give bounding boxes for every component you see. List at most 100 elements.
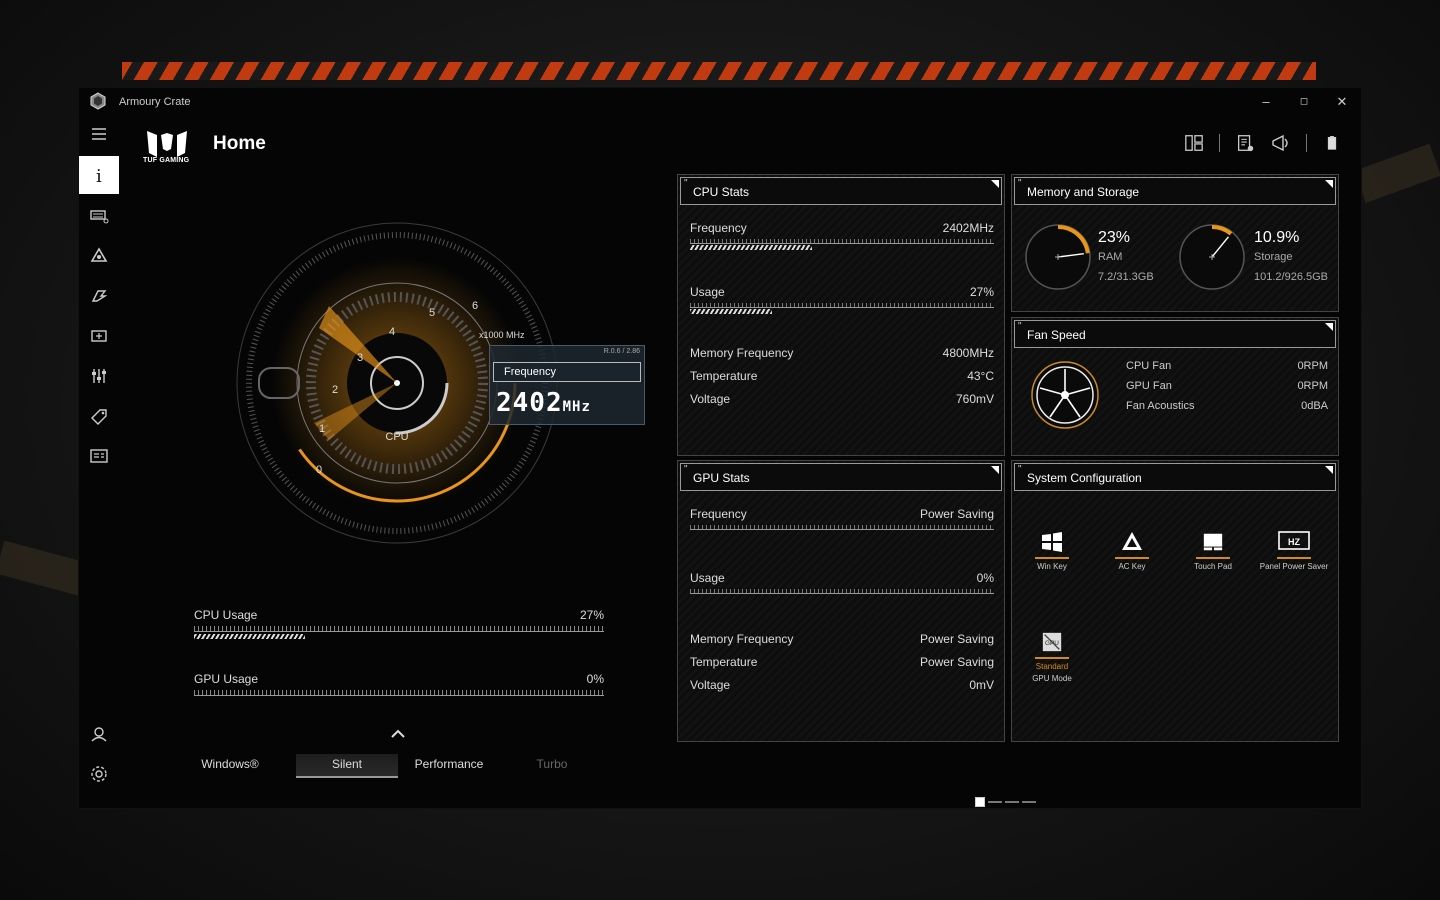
cpu-fan-label: CPU Fan — [1126, 360, 1172, 372]
svg-text:HZ: HZ — [1288, 537, 1300, 547]
mode-windows[interactable]: Windows® — [179, 754, 281, 778]
ac-key-toggle[interactable]: AC Key — [1092, 527, 1172, 571]
gpu-usage-scale — [194, 690, 604, 696]
cpu-usage-bar — [194, 634, 305, 639]
storage-label: Storage — [1254, 251, 1293, 263]
gpu-icon: GPU — [1035, 627, 1069, 659]
mode-turbo[interactable]: Turbo — [501, 754, 603, 778]
receipt-icon[interactable] — [1234, 132, 1256, 154]
ram-detail: 7.2/31.3GB — [1098, 271, 1154, 283]
svg-text:i: i — [96, 166, 102, 185]
quote-mark: " — [684, 464, 688, 475]
cpu-memfreq-row: Memory Frequency 4800MHz — [690, 346, 994, 360]
announcement-icon[interactable] — [1270, 132, 1292, 154]
gauge-tick-label: 5 — [429, 307, 435, 319]
corner-mark — [1325, 466, 1333, 474]
cpu-stat-usage-value: 27% — [969, 285, 994, 299]
quote-mark: " — [684, 178, 688, 189]
frequency-readout-header: Frequency — [493, 362, 641, 382]
gpu-frequency-value: Power Saving — [919, 507, 994, 521]
gpu-memfreq-value: Power Saving — [919, 632, 994, 646]
ac-key-icon — [1115, 527, 1149, 559]
frequency-readout: R.0.6 / 2.86 Frequency 2402MHz — [489, 345, 645, 425]
ac-key-label: AC Key — [1118, 562, 1146, 571]
page-title: Home — [213, 133, 266, 154]
panel-power-saver-toggle[interactable]: HZ Panel Power Saver — [1254, 527, 1334, 571]
gpu-frequency-row: Frequency Power Saving — [690, 507, 994, 530]
gpu-stats-title: GPU Stats — [693, 471, 750, 485]
gauge-cpu-label: CPU — [385, 431, 408, 443]
tag-icon[interactable] — [79, 398, 119, 434]
toolbar — [1183, 132, 1343, 154]
settings-icon[interactable] — [79, 756, 119, 792]
title-bar: Armoury Crate – ◻ ✕ — [79, 88, 1361, 116]
keyboard-icon[interactable] — [79, 198, 119, 234]
news-icon[interactable] — [79, 438, 119, 474]
close-button[interactable]: ✕ — [1327, 92, 1357, 112]
layout-icon[interactable] — [1183, 132, 1205, 154]
minimize-button[interactable]: – — [1251, 92, 1281, 112]
scenario-icon[interactable] — [79, 318, 119, 354]
gamevisual-icon[interactable] — [79, 278, 119, 314]
storage-percent: 10.9% — [1254, 229, 1300, 246]
gauge-tick-label: 6 — [472, 300, 478, 312]
fan-acoustics-label: Fan Acoustics — [1126, 400, 1195, 412]
frequency-value: 2402 — [496, 388, 563, 418]
sliders-icon[interactable] — [79, 358, 119, 394]
gpu-usage-meter: GPU Usage 0% — [194, 672, 604, 696]
frequency-readout-value: 2402MHz — [496, 388, 591, 418]
gpu-mode-toggle[interactable]: GPU Standard GPU Mode — [1012, 627, 1092, 683]
cpu-voltage-label: Voltage — [690, 392, 731, 406]
fan-speed-panel: " Fan Speed CPU Fan 0RPM GPU Fan 0RPM Fa… — [1011, 317, 1339, 456]
gauge-tick-label: 2 — [332, 384, 338, 396]
gpu-stat-usage-label: Usage — [690, 571, 725, 585]
page-indicator[interactable] — [975, 797, 1036, 807]
user-icon[interactable] — [79, 716, 119, 752]
cpu-temp-row: Temperature 43°C — [690, 369, 994, 383]
armoury-crate-logo-icon — [90, 92, 106, 110]
cpu-stat-usage-label: Usage — [690, 285, 725, 299]
gpu-memfreq-row: Memory Frequency Power Saving — [690, 632, 994, 646]
gpu-voltage-row: Voltage 0mV — [690, 678, 994, 692]
aura-icon[interactable] — [79, 238, 119, 274]
info-icon[interactable]: i — [79, 156, 119, 194]
touchpad-toggle[interactable]: Touch Pad — [1173, 527, 1253, 571]
svg-text:GPU: GPU — [1045, 640, 1059, 647]
cpu-fan-row: CPU Fan 0RPM — [1126, 360, 1328, 372]
gpu-mode-label: GPU Mode — [1032, 674, 1072, 683]
gpu-usage-value: 0% — [586, 672, 604, 686]
win-key-toggle[interactable]: Win Key — [1012, 527, 1092, 571]
app-window: Armoury Crate – ◻ ✕ i TUF GAMING Home CP… — [78, 87, 1362, 809]
maximize-button[interactable]: ◻ — [1289, 92, 1319, 112]
page-dot-active[interactable] — [975, 797, 985, 807]
gpu-stat-usage-scale — [690, 589, 994, 594]
gpu-voltage-value: 0mV — [969, 678, 994, 692]
cpu-stats-header: " CPU Stats — [680, 177, 1002, 205]
quote-mark: " — [1018, 178, 1022, 189]
corner-mark — [1325, 323, 1333, 331]
cpu-usage-row: Usage 27% — [690, 285, 994, 314]
cpu-usage-scale — [194, 626, 604, 632]
page-dot[interactable] — [1022, 801, 1036, 803]
gpu-usage-row: Usage 0% — [690, 571, 994, 594]
cpu-frequency-scale — [690, 239, 994, 244]
mode-silent[interactable]: Silent — [296, 754, 398, 778]
cpu-stat-usage-bar — [690, 309, 773, 314]
gpu-temp-label: Temperature — [690, 655, 758, 669]
page-dot[interactable] — [988, 801, 1002, 803]
app-title: Armoury Crate — [119, 96, 191, 108]
battery-icon[interactable] — [1321, 132, 1343, 154]
cpu-temp-label: Temperature — [690, 369, 758, 383]
touchpad-icon — [1196, 527, 1230, 559]
page-dot[interactable] — [1005, 801, 1019, 803]
hazard-stripe — [122, 62, 1316, 80]
fan-speed-header: " Fan Speed — [1014, 320, 1336, 348]
mode-performance[interactable]: Performance — [398, 754, 500, 778]
chevron-up-icon[interactable] — [389, 726, 407, 740]
background-tape — [1354, 143, 1440, 203]
menu-icon[interactable] — [79, 116, 119, 152]
gpu-mode-value: Standard — [1035, 662, 1069, 671]
fan-speed-title: Fan Speed — [1027, 328, 1086, 342]
gpu-stats-header: " GPU Stats — [680, 463, 1002, 491]
gpu-voltage-label: Voltage — [690, 678, 731, 692]
